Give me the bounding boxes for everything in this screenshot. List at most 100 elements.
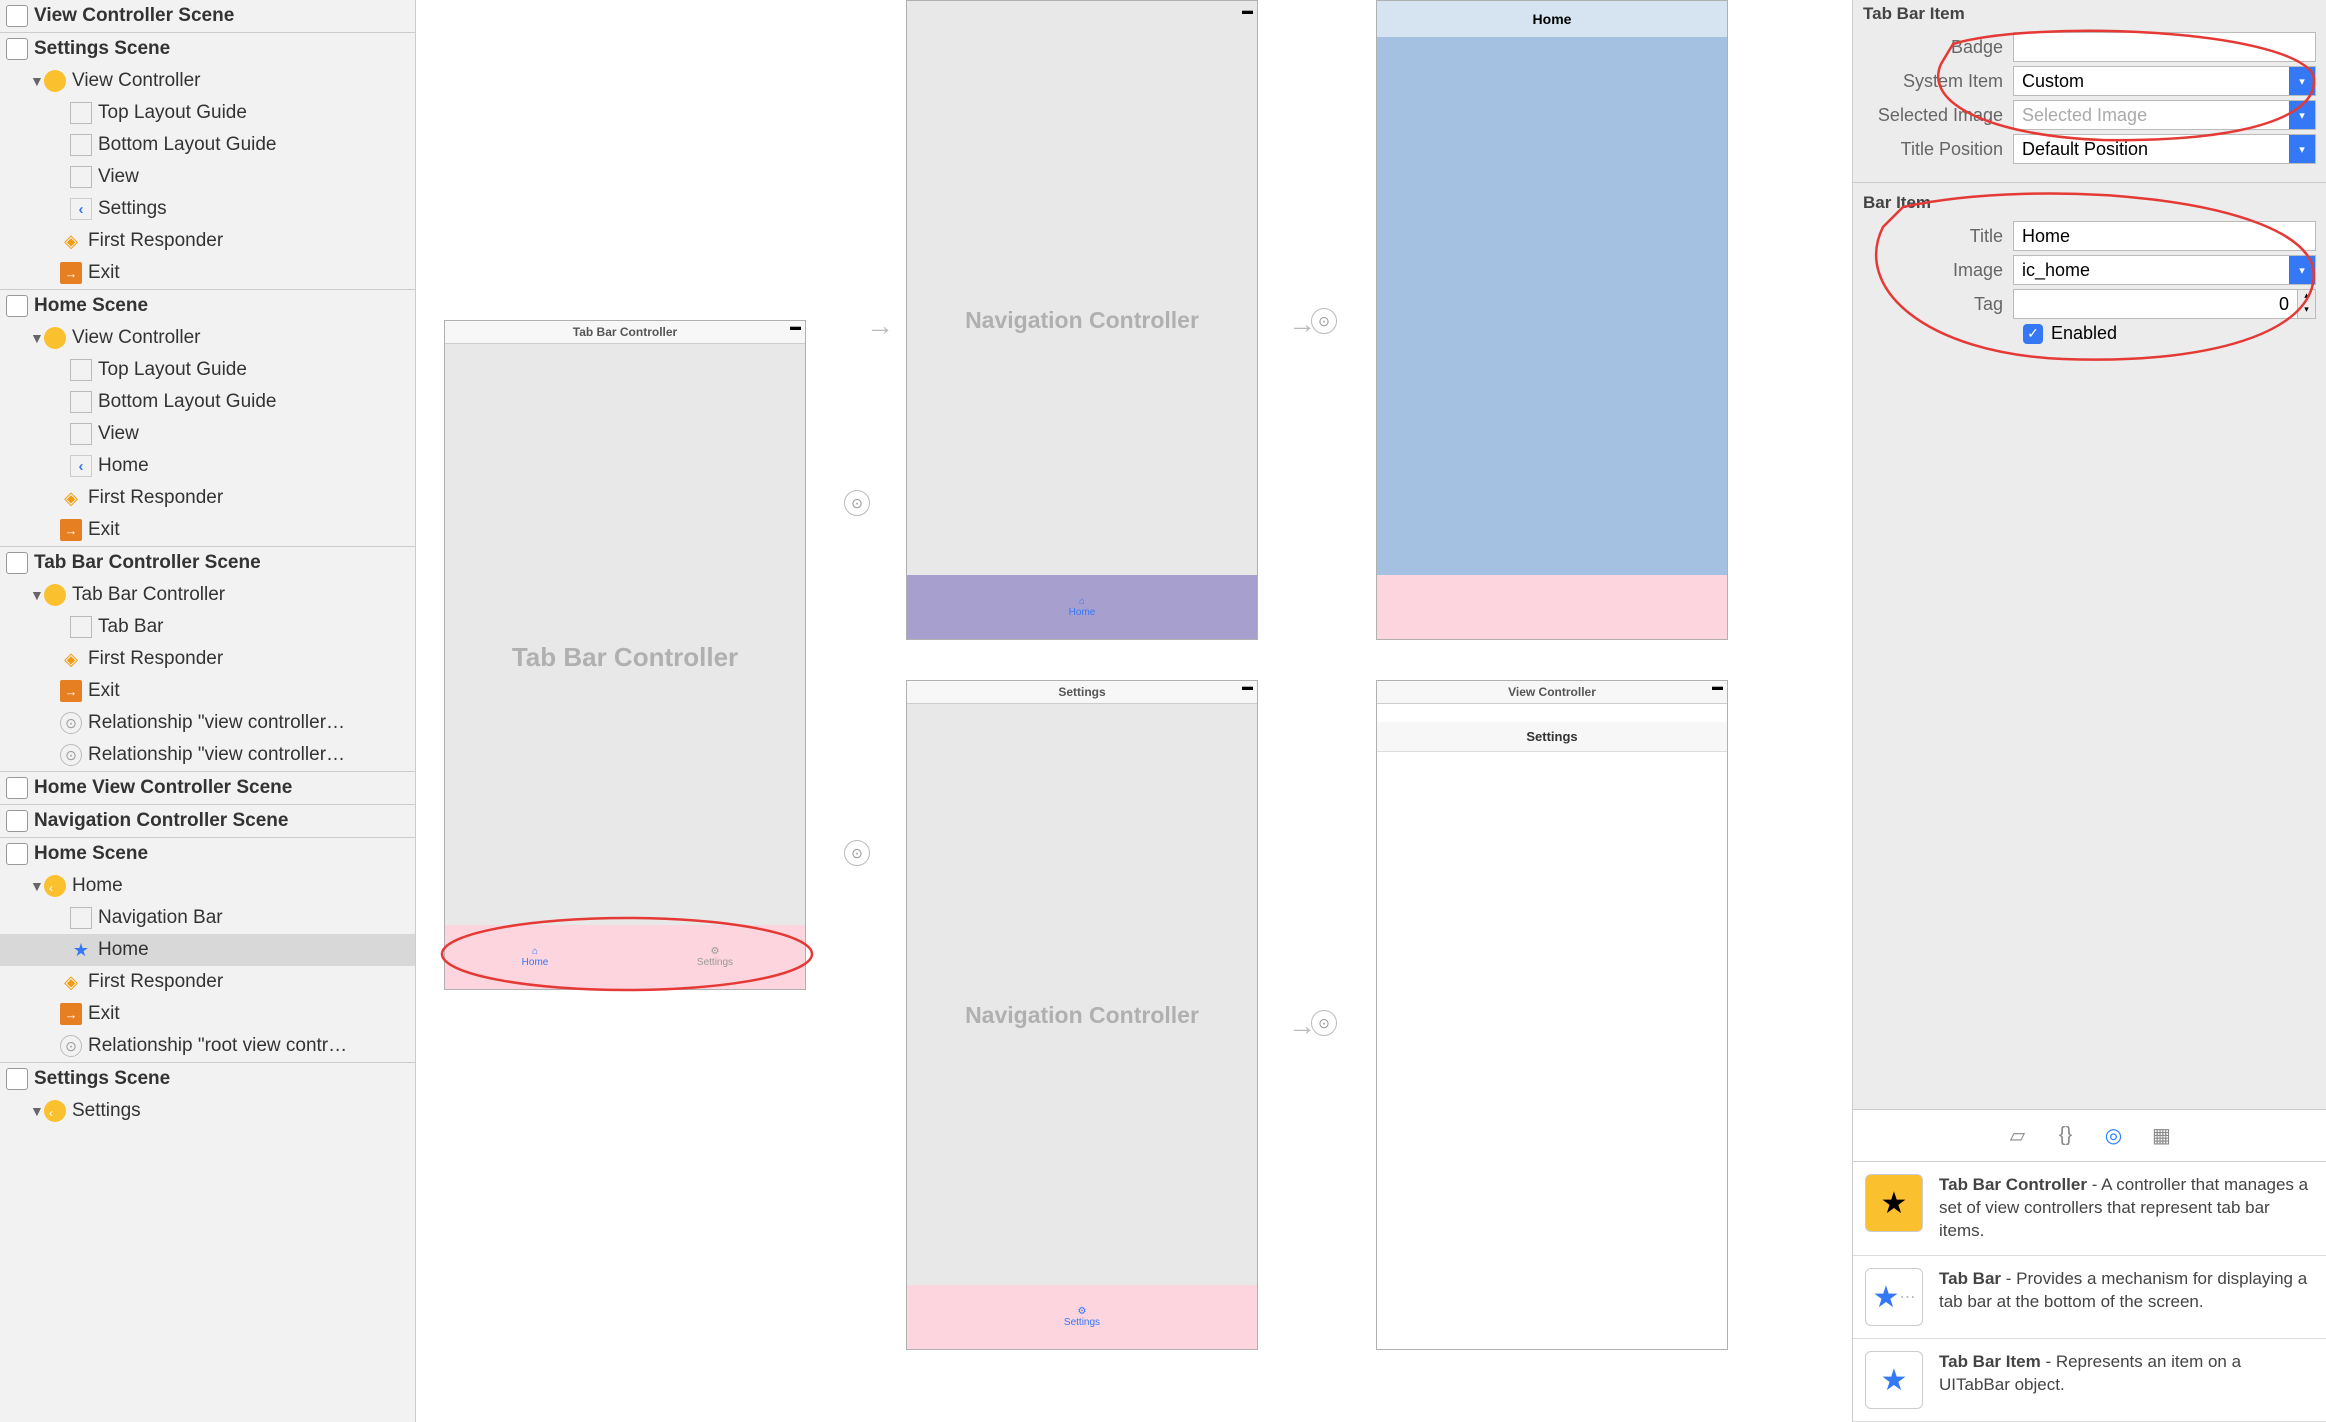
row-badge: Badge (1863, 32, 2316, 62)
segue-dot-4[interactable]: ⊙ (1311, 1010, 1337, 1036)
label-image: Image (1863, 260, 2013, 281)
dropdown-image[interactable]: ic_home▾ (2013, 255, 2316, 285)
document-outline[interactable]: View Controller Scene Settings Scene ▼Vi… (0, 0, 416, 1422)
dropdown-selectedimage[interactable]: Selected Image▾ (2013, 100, 2316, 130)
library-tab-bar[interactable]: ▱ {} ◎ ▦ (1853, 1109, 2326, 1161)
checkbox-enabled[interactable]: ✓ (2023, 324, 2043, 344)
settings-view-controller[interactable]: View Controller ▬ Settings (1376, 680, 1728, 1350)
segue-dot-2[interactable]: ⊙ (844, 840, 870, 866)
code-snippet-icon[interactable]: {} (2053, 1123, 2079, 1149)
exit[interactable]: →Exit (0, 257, 415, 289)
home-icon: ⌂ (1079, 596, 1085, 607)
lib-tab-bar[interactable]: ★⋯ Tab Bar - Provides a mechanism for di… (1853, 1256, 2326, 1339)
scene-settings-2[interactable]: Settings Scene (0, 1063, 415, 1095)
field-badge[interactable] (2013, 32, 2316, 62)
label-systemitem: System Item (1863, 71, 2013, 92)
label-title: Title (1863, 226, 2013, 247)
tab-settings[interactable]: ⚙ Settings (625, 925, 805, 989)
tabbar[interactable]: Tab Bar (0, 611, 415, 643)
home-tabitem-selected[interactable]: ★Home (0, 934, 415, 966)
status-bar-icon-2: ▬ (1242, 5, 1253, 17)
section-tabbaritem: Tab Bar Item (1853, 0, 2326, 28)
field-title[interactable]: Home (2013, 221, 2316, 251)
field-tag[interactable]: 0 (2013, 289, 2298, 319)
scene-settings[interactable]: Settings Scene (0, 33, 415, 65)
status-bar-icon: ▬ (790, 321, 801, 333)
tab-bar-controller-scene[interactable]: Tab Bar Controller ▬ Tab Bar Controller … (444, 320, 806, 990)
label-selectedimage: Selected Image (1863, 105, 2013, 126)
view[interactable]: View (0, 161, 415, 193)
nav-controller-top[interactable]: ▬ Navigation Controller ⌂ Home (906, 0, 1258, 640)
view-2[interactable]: View (0, 418, 415, 450)
tab-bar-strip[interactable]: ⌂ Home ⚙ Settings (445, 925, 805, 989)
lib-tab-bar-item[interactable]: ★ Tab Bar Item - Represents an item on a… (1853, 1339, 2326, 1422)
row-tag: Tag 0 ▴▾ (1863, 289, 2316, 319)
scene-title-viewcontroller: View Controller (1377, 681, 1727, 704)
lib-tbi-text: Tab Bar Item - Represents an item on a U… (1939, 1351, 2314, 1409)
chevron-down-icon: ▾ (2289, 256, 2315, 284)
top-layout-guide-2[interactable]: Top Layout Guide (0, 354, 415, 386)
nav-tab-strip-home: ⌂ Home (907, 575, 1257, 639)
home-vc-tab-strip (1377, 575, 1727, 639)
gear-icon: ⚙ (1078, 1306, 1087, 1317)
first-responder-2[interactable]: ◈First Responder (0, 482, 415, 514)
bottom-layout-guide-2[interactable]: Bottom Layout Guide (0, 386, 415, 418)
scene-home[interactable]: Home Scene (0, 290, 415, 322)
exit-3[interactable]: →Exit (0, 675, 415, 707)
relationship-root[interactable]: ⊙Relationship "root view contr… (0, 1030, 415, 1062)
media-library-icon[interactable]: ▦ (2149, 1123, 2175, 1149)
scene-view-controller[interactable]: View Controller Scene (0, 0, 415, 32)
file-template-icon[interactable]: ▱ (2005, 1123, 2031, 1149)
nav-tab-strip-settings: ⚙ Settings (907, 1285, 1257, 1349)
tag-stepper[interactable]: ▴▾ (2298, 289, 2316, 319)
row-titleposition: Title Position Default Position▾ (1863, 134, 2316, 164)
row-image: Image ic_home▾ (1863, 255, 2316, 285)
lib-tab-bar-controller[interactable]: ★ Tab Bar Controller - A controller that… (1853, 1162, 2326, 1256)
dropdown-titleposition[interactable]: Default Position▾ (2013, 134, 2316, 164)
scene-home-2[interactable]: Home Scene (0, 838, 415, 870)
object-library[interactable]: ★ Tab Bar Controller - A controller that… (1853, 1161, 2326, 1422)
scene-tabbarcontroller[interactable]: Tab Bar Controller Scene (0, 547, 415, 579)
nav-controller-bottom[interactable]: Settings ▬ Navigation Controller ⚙ Setti… (906, 680, 1258, 1350)
bottom-layout-guide[interactable]: Bottom Layout Guide (0, 129, 415, 161)
tab-bar-icon: ★⋯ (1865, 1268, 1923, 1326)
first-responder-3[interactable]: ◈First Responder (0, 643, 415, 675)
label-enabled: Enabled (2051, 323, 2117, 344)
navbar[interactable]: Navigation Bar (0, 902, 415, 934)
home-icon: ⌂ (532, 946, 538, 957)
label-badge: Badge (1863, 37, 2013, 58)
tabbarcontroller[interactable]: ▼Tab Bar Controller (0, 579, 415, 611)
first-responder-4[interactable]: ◈First Responder (0, 966, 415, 998)
row-enabled[interactable]: ✓ Enabled (1863, 323, 2316, 344)
relationship-1[interactable]: ⊙Relationship "view controller… (0, 707, 415, 739)
section-baritem: Bar Item (1853, 182, 2326, 217)
attributes-inspector[interactable]: Tab Bar Item Badge System Item Custom▾ S… (1852, 0, 2326, 1422)
exit-2[interactable]: →Exit (0, 514, 415, 546)
settings-nav-title: Settings (1377, 722, 1727, 752)
tab-home[interactable]: ⌂ Home (445, 925, 625, 989)
settings-item[interactable]: ‹Settings (0, 193, 415, 225)
vc-home[interactable]: ▼View Controller (0, 322, 415, 354)
exit-4[interactable]: →Exit (0, 998, 415, 1030)
status-bar-icon-4: ▬ (1712, 681, 1723, 693)
navctrl-label-top: Navigation Controller (907, 307, 1257, 334)
scene-navcontroller[interactable]: Navigation Controller Scene (0, 805, 415, 837)
chevron-down-icon: ▾ (2289, 101, 2315, 129)
storyboard-canvas[interactable]: Tab Bar Controller ▬ Tab Bar Controller … (416, 0, 1852, 1422)
vc-settings[interactable]: ▼View Controller (0, 65, 415, 97)
segue-dot-1[interactable]: ⊙ (844, 490, 870, 516)
scene-title-settings: Settings (907, 681, 1257, 704)
scene-homevc[interactable]: Home View Controller Scene (0, 772, 415, 804)
dropdown-systemitem[interactable]: Custom▾ (2013, 66, 2316, 96)
object-library-icon[interactable]: ◎ (2101, 1123, 2127, 1149)
segue-dot-3[interactable]: ⊙ (1311, 308, 1337, 334)
settings-nav[interactable]: ▼‹Settings (0, 1095, 415, 1127)
first-responder[interactable]: ◈First Responder (0, 225, 415, 257)
home-nav[interactable]: ▼‹Home (0, 870, 415, 902)
home-item[interactable]: ‹Home (0, 450, 415, 482)
top-layout-guide[interactable]: Top Layout Guide (0, 97, 415, 129)
segue-arrow-1: → (866, 310, 894, 342)
tab-settings-label: Settings (697, 957, 733, 968)
relationship-2[interactable]: ⊙Relationship "view controller… (0, 739, 415, 771)
home-view-controller[interactable]: Home (1376, 0, 1728, 640)
